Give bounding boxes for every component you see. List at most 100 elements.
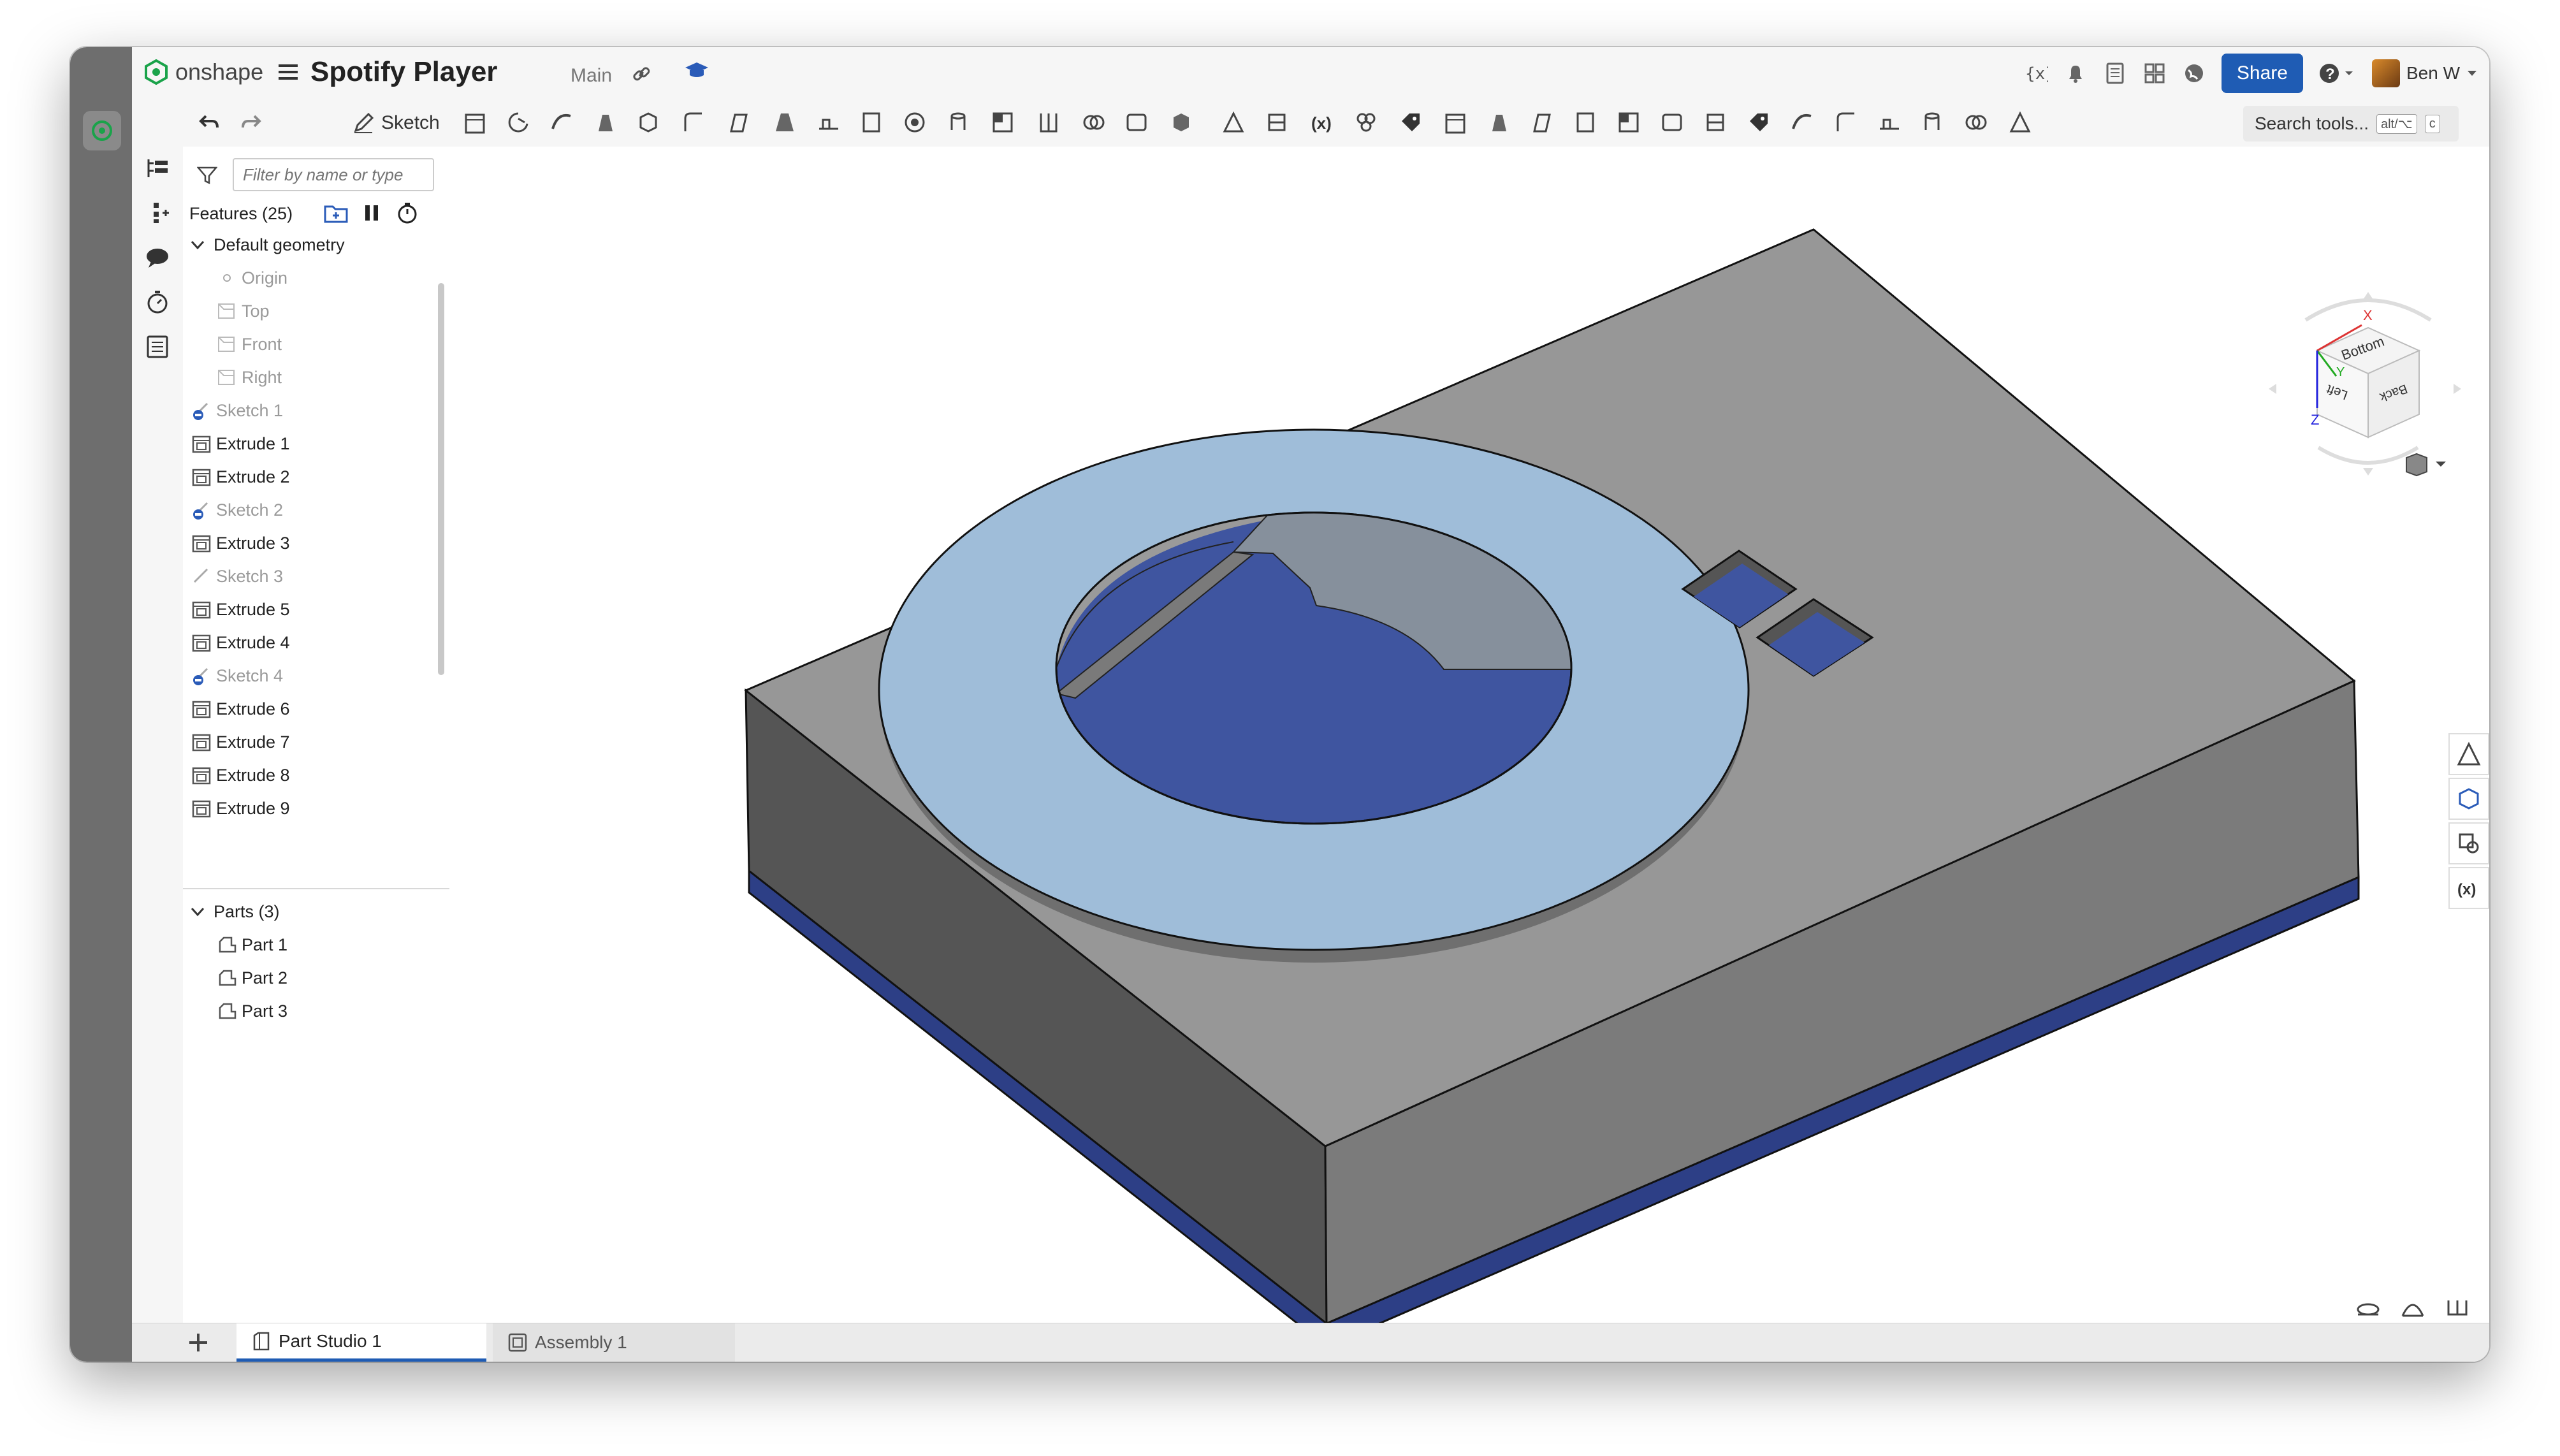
plane-tool-icon[interactable] bbox=[1223, 111, 1244, 133]
hamburger-menu-icon[interactable] bbox=[277, 61, 299, 86]
tool-icon[interactable] bbox=[1965, 115, 1987, 130]
feature-filter-input[interactable] bbox=[233, 158, 434, 191]
tool-icon[interactable] bbox=[1662, 113, 1682, 131]
section-tool-icon[interactable] bbox=[1268, 113, 1286, 131]
tool-icon[interactable] bbox=[1533, 113, 1551, 133]
extrude-tool-icon[interactable] bbox=[465, 113, 485, 134]
feature-item[interactable]: Origin bbox=[216, 261, 287, 295]
grid-icon[interactable] bbox=[2142, 61, 2167, 85]
cylinder-tool-icon[interactable] bbox=[950, 112, 966, 130]
transform-tool-icon[interactable] bbox=[1174, 113, 1189, 131]
default-geometry-group[interactable]: Default geometry bbox=[189, 228, 345, 261]
filter-icon[interactable] bbox=[196, 166, 218, 188]
revolve-tool-icon[interactable] bbox=[508, 112, 528, 133]
learning-center-icon[interactable] bbox=[684, 60, 709, 85]
tool-icon[interactable] bbox=[1445, 113, 1465, 134]
branch-label[interactable]: Main bbox=[571, 65, 612, 87]
tool-icon[interactable] bbox=[1924, 112, 1940, 130]
feature-item[interactable]: Extrude 1 bbox=[191, 427, 290, 460]
timer-icon[interactable] bbox=[396, 201, 419, 229]
feature-item[interactable]: Extrude 7 bbox=[191, 725, 290, 759]
onshape-logo[interactable]: onshape bbox=[143, 59, 263, 85]
fillet-tool-icon[interactable] bbox=[684, 112, 702, 131]
app-switcher-button[interactable] bbox=[83, 111, 121, 150]
graphics-viewport[interactable]: Bottom Left Back X Y Z (x) bbox=[449, 147, 2489, 1326]
split-tool-icon[interactable] bbox=[1126, 113, 1147, 131]
appearance-panel-icon[interactable] bbox=[2448, 733, 2489, 775]
toolbar-tool-icons[interactable]: (x) bbox=[463, 108, 2312, 138]
insert-part-icon[interactable] bbox=[143, 199, 171, 227]
panel-divider[interactable] bbox=[183, 888, 449, 889]
share-button[interactable]: Share bbox=[2221, 54, 2303, 93]
part-item[interactable]: Part 1 bbox=[216, 928, 287, 961]
mate-connectors-icon[interactable] bbox=[2448, 822, 2489, 864]
mate-tool-icon[interactable] bbox=[1356, 113, 1376, 132]
tool-icon[interactable] bbox=[1492, 115, 1506, 131]
feature-item[interactable]: Extrude 2 bbox=[191, 460, 290, 493]
tool-icon[interactable] bbox=[1792, 114, 1812, 129]
rendering-icon[interactable] bbox=[2400, 1298, 2425, 1317]
feature-item[interactable]: Sketch 1 bbox=[191, 394, 283, 427]
document-title[interactable]: Spotify Player bbox=[310, 56, 497, 88]
hole-tool-icon[interactable] bbox=[905, 112, 925, 133]
tool-icon[interactable] bbox=[1750, 113, 1768, 131]
rollback-pause-icon[interactable] bbox=[361, 201, 382, 229]
section-view-icon[interactable] bbox=[2355, 1298, 2381, 1317]
search-tools-input[interactable]: Search tools... alt/⌥ c bbox=[2243, 106, 2459, 142]
boolean-tool-icon[interactable] bbox=[1083, 115, 1105, 130]
pattern-tool-icon[interactable] bbox=[993, 112, 1013, 133]
redo-icon[interactable] bbox=[238, 110, 265, 136]
feature-item[interactable]: Top bbox=[216, 295, 270, 328]
feature-item[interactable]: Extrude 9 bbox=[191, 792, 290, 825]
feature-item[interactable]: Extrude 5 bbox=[191, 593, 290, 626]
feature-list-icon[interactable] bbox=[143, 154, 171, 182]
draft-tool-icon[interactable] bbox=[776, 113, 794, 131]
tool-icon[interactable] bbox=[1706, 113, 1724, 131]
thicken-tool-icon[interactable] bbox=[639, 112, 657, 133]
bill-of-materials-icon[interactable] bbox=[143, 333, 171, 361]
view-mode-dropdown[interactable] bbox=[2400, 453, 2451, 481]
comments-icon[interactable] bbox=[143, 244, 171, 272]
link-icon[interactable] bbox=[631, 64, 651, 87]
rib-tool-icon[interactable] bbox=[819, 119, 838, 130]
history-timer-icon[interactable] bbox=[143, 288, 171, 316]
feature-item[interactable]: Sketch 3 bbox=[191, 560, 283, 593]
measure-icon[interactable] bbox=[2445, 1298, 2470, 1317]
feature-item[interactable]: Extrude 4 bbox=[191, 626, 290, 659]
loft-tool-icon[interactable] bbox=[599, 115, 613, 131]
feature-item[interactable]: Right bbox=[216, 361, 282, 394]
feature-item[interactable]: Extrude 8 bbox=[191, 759, 290, 792]
tool-icon[interactable] bbox=[1618, 112, 1639, 133]
bell-icon[interactable] bbox=[2063, 61, 2088, 85]
add-folder-icon[interactable] bbox=[323, 201, 349, 229]
globe-icon[interactable] bbox=[2182, 61, 2206, 85]
configurations-panel-icon[interactable] bbox=[2448, 778, 2489, 820]
feature-item[interactable]: Sketch 2 bbox=[191, 493, 283, 527]
parts-group[interactable]: Parts (3) bbox=[189, 895, 280, 928]
feature-item[interactable]: Extrude 3 bbox=[191, 527, 290, 560]
model-3d-view[interactable] bbox=[449, 147, 2489, 1326]
undo-icon[interactable] bbox=[196, 110, 222, 136]
shell-tool-icon[interactable] bbox=[862, 112, 880, 133]
part-item[interactable]: Part 2 bbox=[216, 961, 287, 994]
help-icon[interactable]: ? bbox=[2318, 61, 2357, 85]
mirror-tool-icon[interactable] bbox=[1040, 113, 1058, 133]
document-icon[interactable] bbox=[2103, 61, 2127, 85]
variables-panel-icon[interactable]: (x) bbox=[2448, 867, 2489, 909]
tool-icon[interactable] bbox=[1576, 112, 1594, 133]
user-menu[interactable]: Ben W bbox=[2371, 59, 2478, 87]
tab-part-studio-1[interactable]: Part Studio 1 bbox=[236, 1323, 486, 1362]
feature-tree-scrollbar[interactable] bbox=[438, 283, 444, 675]
feature-item[interactable]: Sketch 4 bbox=[191, 659, 283, 692]
tool-icon[interactable] bbox=[1880, 119, 1899, 130]
feature-item[interactable]: Front bbox=[216, 328, 282, 361]
sketch-button[interactable]: Sketch bbox=[352, 108, 440, 138]
feature-item[interactable]: Extrude 6 bbox=[191, 692, 290, 725]
variables-icon[interactable]: {x} bbox=[2024, 61, 2048, 85]
tool-icon[interactable] bbox=[2009, 111, 2031, 133]
tag-tool-icon[interactable] bbox=[1402, 113, 1420, 131]
tool-icon[interactable] bbox=[1836, 112, 1854, 131]
variable-tool-icon[interactable]: (x) bbox=[1311, 113, 1332, 133]
part-item[interactable]: Part 3 bbox=[216, 994, 287, 1028]
chamfer-tool-icon[interactable] bbox=[730, 113, 748, 133]
